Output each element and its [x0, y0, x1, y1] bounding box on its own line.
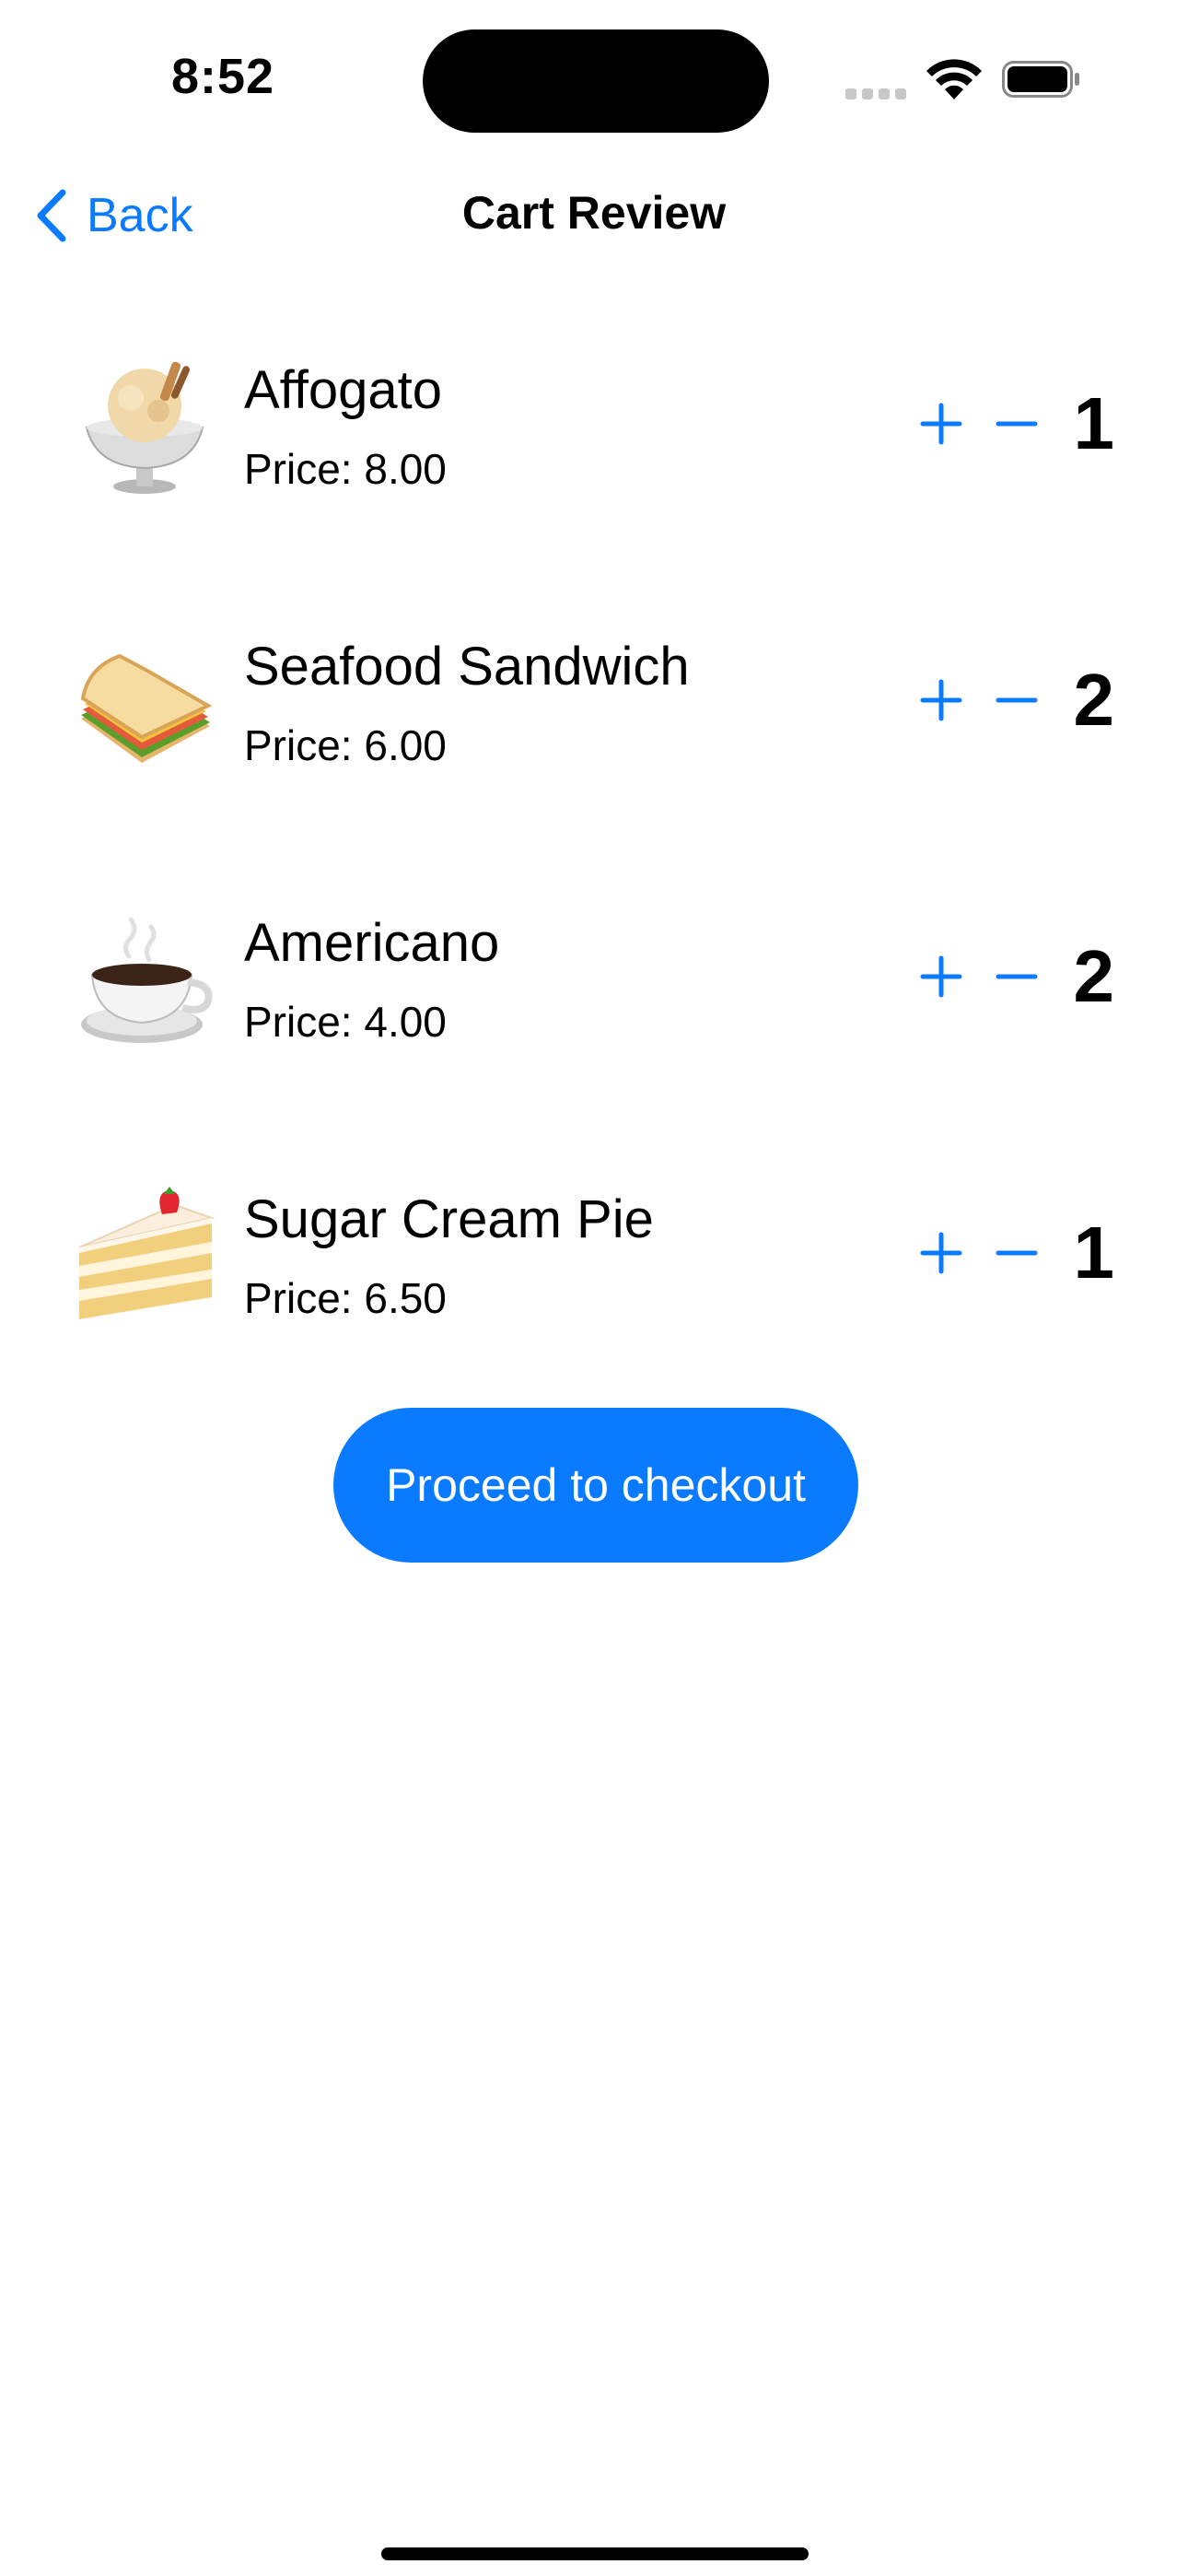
battery-icon — [1002, 61, 1079, 98]
chevron-left-icon — [37, 189, 66, 242]
home-indicator[interactable] — [381, 2547, 809, 2560]
quantity-value: 2 — [1073, 659, 1115, 741]
back-button[interactable]: Back — [33, 179, 193, 252]
minus-icon — [996, 1250, 1038, 1256]
cellular-signal-icon — [845, 88, 906, 100]
item-name: Sugar Cream Pie — [244, 1189, 654, 1249]
coffee-cup-icon — [81, 917, 213, 1043]
quantity-stepper: 1 — [917, 1207, 1114, 1299]
increase-quantity-button[interactable] — [917, 400, 965, 448]
affogato-icon — [85, 361, 204, 494]
quantity-stepper: 1 — [917, 378, 1114, 470]
item-name: Seafood Sandwich — [244, 637, 690, 697]
item-price: Price: 4.00 — [244, 998, 447, 1046]
quantity-value: 2 — [1073, 935, 1115, 1017]
wifi-icon — [926, 59, 982, 100]
item-price: Price: 6.50 — [244, 1274, 447, 1322]
status-time: 8:52 — [171, 49, 275, 104]
increase-quantity-button[interactable] — [917, 1229, 965, 1277]
plus-icon — [920, 403, 962, 445]
cart-item: Affogato Price: 8.00 1 — [0, 341, 1188, 617]
minus-icon — [996, 974, 1038, 979]
minus-icon — [996, 697, 1038, 703]
quantity-value: 1 — [1073, 1212, 1115, 1294]
cake-slice-icon — [78, 1187, 215, 1319]
item-price: Price: 8.00 — [244, 445, 447, 493]
quantity-value: 1 — [1073, 382, 1115, 464]
cart-item: Seafood Sandwich Price: 6.00 2 — [0, 617, 1188, 894]
item-name: Affogato — [244, 360, 443, 420]
item-name: Americano — [244, 913, 500, 973]
quantity-stepper: 2 — [917, 931, 1114, 1023]
decrease-quantity-button[interactable] — [993, 676, 1041, 724]
cart-item: Sugar Cream Pie Price: 6.50 1 — [0, 1170, 1188, 1446]
plus-icon — [920, 955, 962, 998]
plus-icon — [920, 1232, 962, 1274]
plus-icon — [920, 679, 962, 721]
navigation-bar: Cart Review Back — [0, 166, 1188, 267]
cart-list: Affogato Price: 8.00 1 Seafood Sandwich … — [0, 341, 1188, 1446]
checkout-button[interactable]: Proceed to checkout — [333, 1408, 858, 1563]
item-price: Price: 6.00 — [244, 721, 447, 769]
dynamic-island — [423, 29, 769, 133]
increase-quantity-button[interactable] — [917, 953, 965, 1001]
increase-quantity-button[interactable] — [917, 676, 965, 724]
back-label: Back — [87, 189, 193, 242]
sandwich-icon — [80, 653, 213, 763]
decrease-quantity-button[interactable] — [993, 1229, 1041, 1277]
quantity-stepper: 2 — [917, 654, 1114, 746]
status-bar: 8:52 — [0, 0, 1188, 166]
cart-item: Americano Price: 4.00 2 — [0, 894, 1188, 1170]
minus-icon — [996, 421, 1038, 427]
decrease-quantity-button[interactable] — [993, 400, 1041, 448]
decrease-quantity-button[interactable] — [993, 953, 1041, 1001]
